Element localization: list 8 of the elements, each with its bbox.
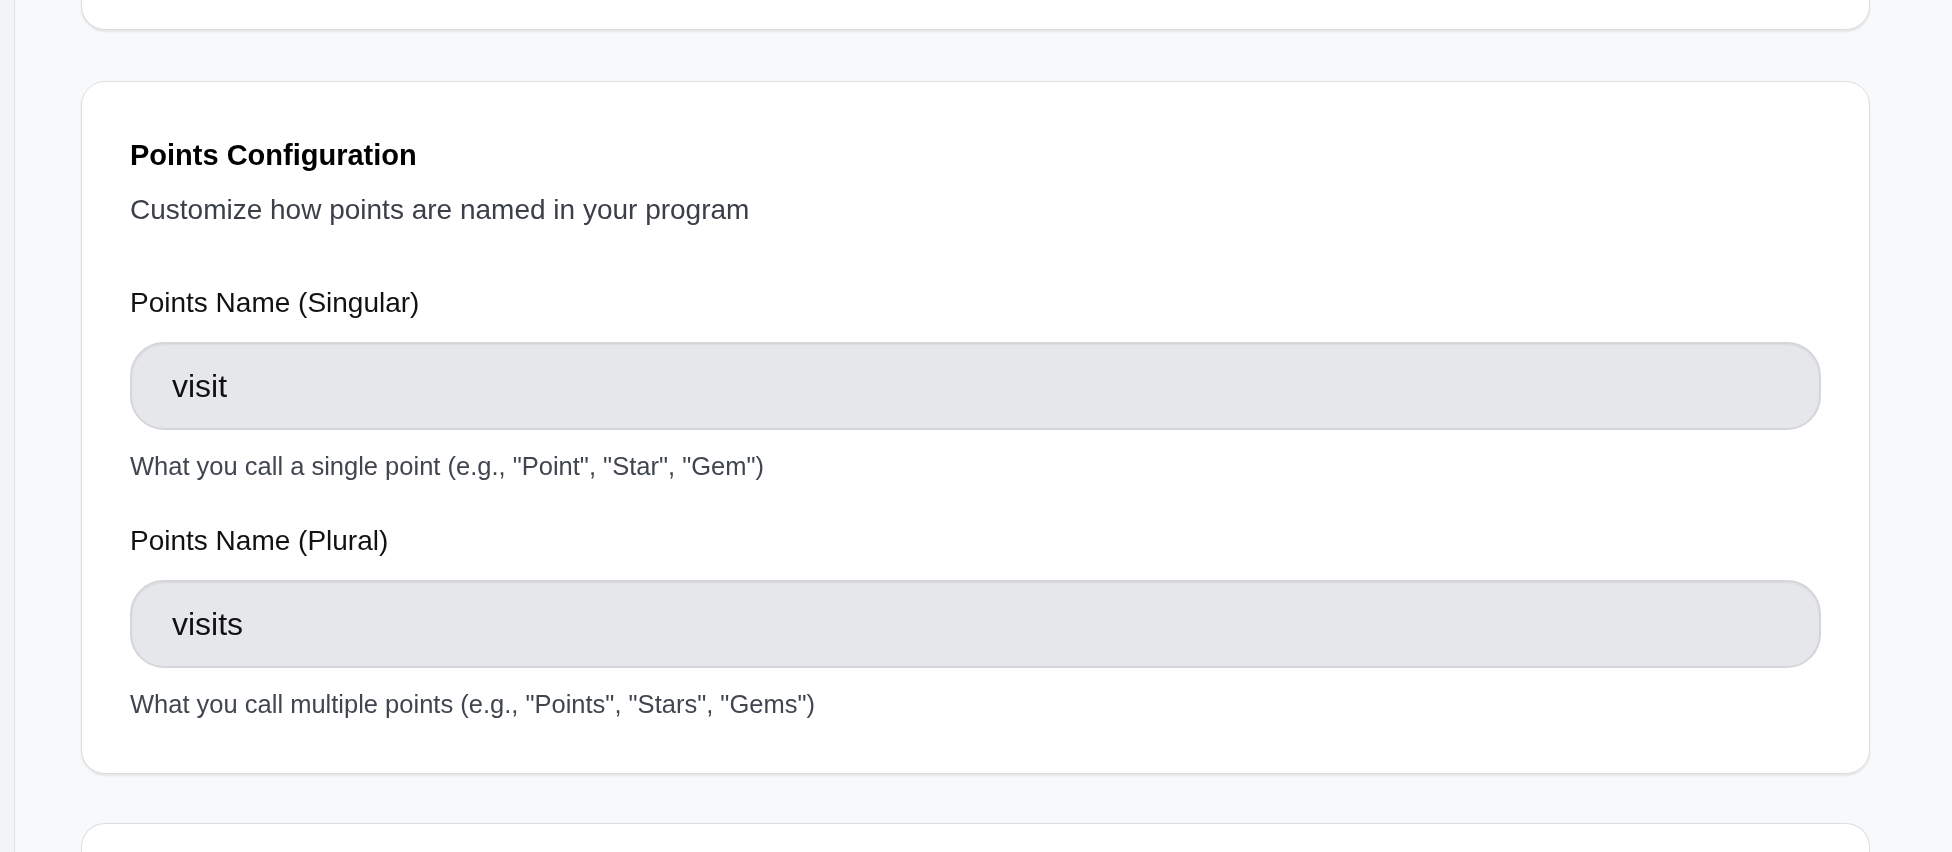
text-input[interactable]: visit	[130, 342, 1821, 430]
card-description: Customize how points are named in your program	[130, 193, 750, 227]
card-title: Points Configuration	[130, 138, 417, 173]
text-input[interactable]: visits	[130, 580, 1821, 668]
field-label: Points Name (Plural)	[130, 524, 389, 558]
field-label: Points Name (Singular)	[130, 286, 420, 320]
help-text: What you call a single point (e.g., "Point", "Star", "Gem")	[130, 451, 764, 482]
help-text: What you call multiple points (e.g., "Points", "Stars", "Gems")	[130, 689, 815, 720]
